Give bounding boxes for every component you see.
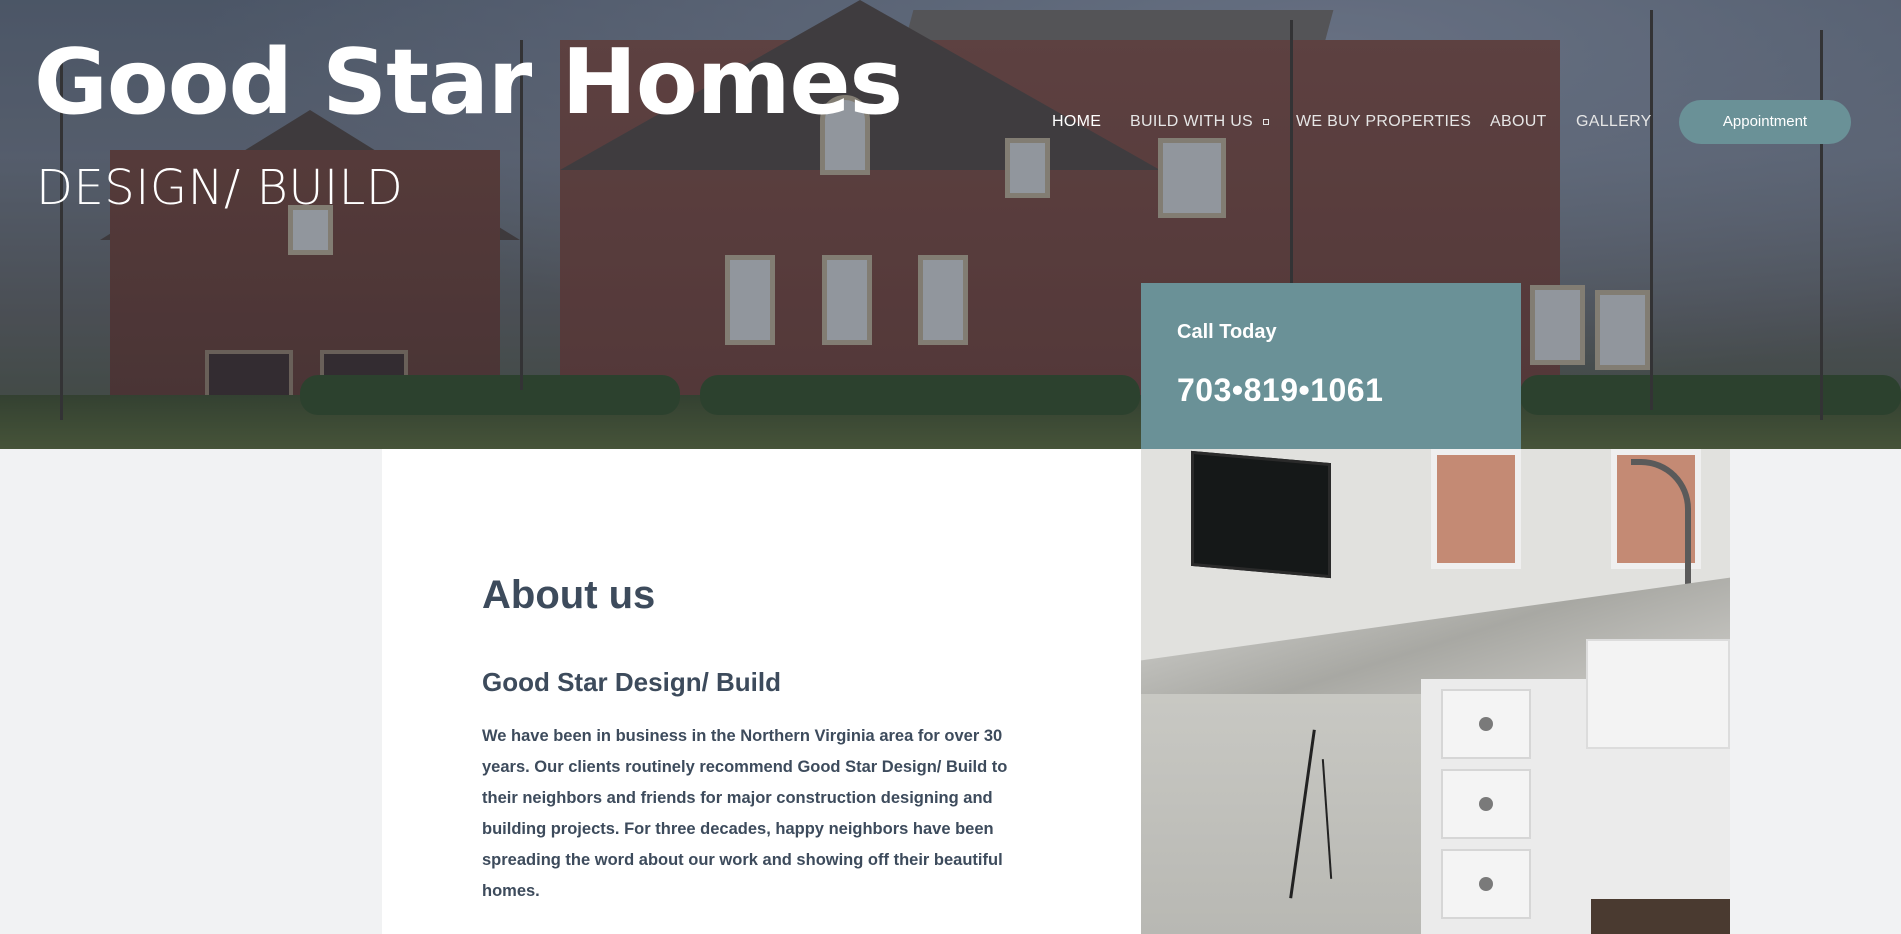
nav-about-label: ABOUT bbox=[1490, 113, 1547, 130]
appointment-button[interactable]: Appointment bbox=[1679, 100, 1851, 144]
about-heading: About us bbox=[482, 573, 656, 617]
cabinet-knob bbox=[1479, 797, 1493, 811]
about-subheading: Good Star Design/ Build bbox=[482, 667, 782, 697]
kitchen-window bbox=[1431, 449, 1521, 569]
nav-we-buy-properties-label: WE BUY PROPERTIES bbox=[1296, 113, 1472, 130]
cabinet-knob bbox=[1479, 717, 1493, 731]
call-today-box: Call Today 703•819•1061 bbox=[1141, 283, 1521, 449]
phone-number[interactable]: 703•819•1061 bbox=[1177, 372, 1485, 409]
kitchen-marble-side bbox=[1141, 694, 1421, 934]
chevron-down-icon bbox=[1263, 118, 1270, 125]
site-subtitle: DESIGN/ BUILD bbox=[36, 160, 404, 216]
kitchen-tv bbox=[1191, 450, 1331, 579]
nav-build-with-us-label: BUILD WITH US bbox=[1130, 113, 1254, 130]
about-section: About us Good Star Design/ Build We have… bbox=[382, 449, 1141, 934]
hero-banner: Good Star Homes DESIGN/ BUILD HOME BUILD… bbox=[0, 0, 1901, 449]
site-title[interactable]: Good Star Homes bbox=[34, 30, 903, 135]
cabinet-knob bbox=[1479, 877, 1493, 891]
call-today-label: Call Today bbox=[1177, 321, 1277, 343]
nav-home-label: HOME bbox=[1052, 113, 1102, 130]
kitchen-photo bbox=[1141, 449, 1730, 934]
kitchen-sink bbox=[1586, 639, 1730, 749]
nav-we-buy-properties[interactable]: WE BUY PROPERTIES bbox=[1296, 113, 1471, 131]
nav-home[interactable]: HOME bbox=[1052, 113, 1101, 131]
about-body-text: We have been in business in the Northern… bbox=[482, 727, 1008, 900]
nav-gallery[interactable]: GALLERY bbox=[1576, 113, 1652, 131]
nav-gallery-label: GALLERY bbox=[1576, 113, 1652, 130]
kitchen-floor bbox=[1591, 899, 1730, 934]
nav-about[interactable]: ABOUT bbox=[1490, 113, 1547, 131]
nav-build-with-us[interactable]: BUILD WITH US bbox=[1130, 113, 1270, 131]
